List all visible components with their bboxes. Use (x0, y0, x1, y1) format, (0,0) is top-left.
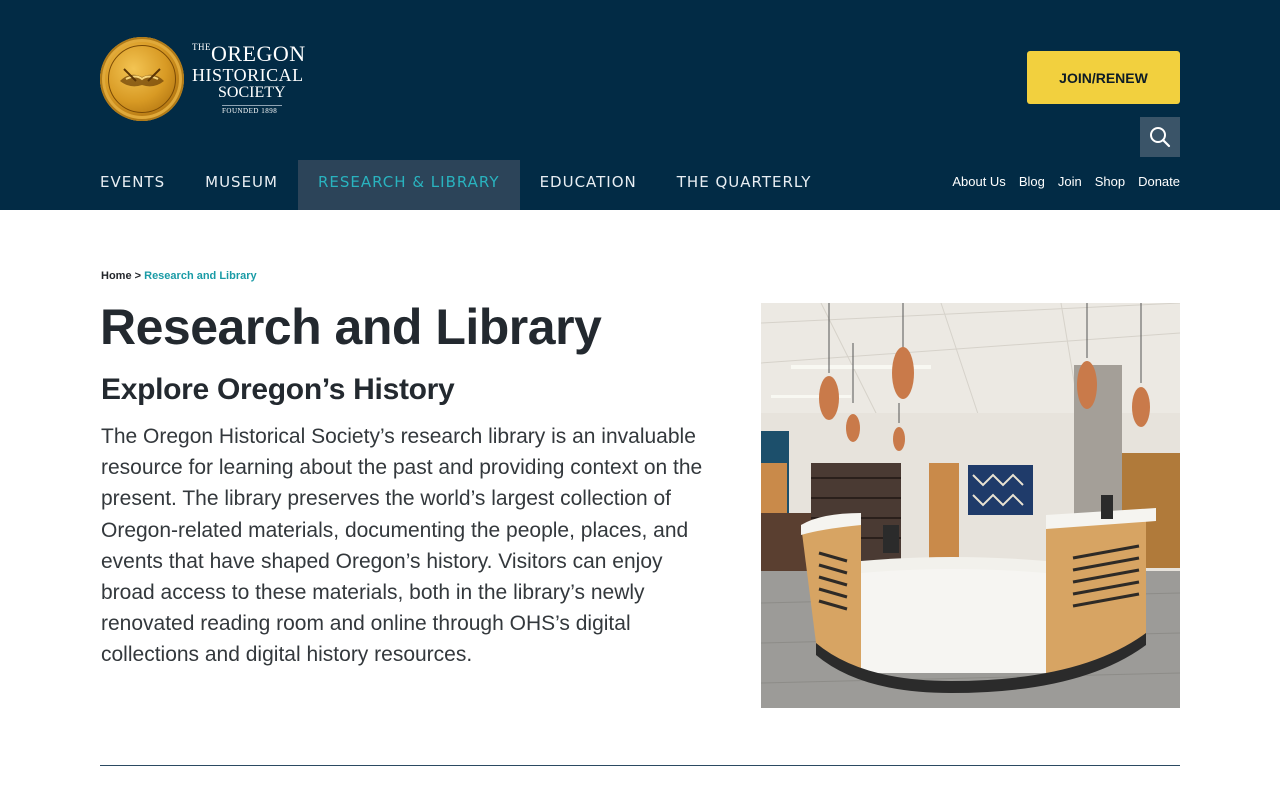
logo-founded: FOUNDED 1898 (222, 105, 282, 115)
breadcrumb-home[interactable]: Home (101, 270, 132, 282)
nav-the-quarterly[interactable]: THE QUARTERLY (677, 160, 812, 210)
logo-line-oregon: OREGON (211, 41, 306, 66)
nav-events[interactable]: EVENTS (100, 160, 165, 210)
util-link-join[interactable]: Join (1058, 174, 1082, 189)
nav-education[interactable]: EDUCATION (540, 160, 637, 210)
nav-museum[interactable]: MUSEUM (205, 160, 278, 210)
logo-wordmark: THEOREGON HISTORICAL SOCIETY FOUNDED 189… (192, 43, 306, 115)
intro-paragraph: The Oregon Historical Society’s research… (101, 425, 703, 667)
search-icon (1150, 127, 1171, 148)
util-link-shop[interactable]: Shop (1095, 174, 1125, 189)
breadcrumb: Home > Research and Library (101, 270, 257, 282)
nav-research-library[interactable]: RESEARCH & LIBRARY (297, 160, 520, 210)
page-subtitle: Explore Oregon’s History (101, 373, 455, 406)
section-divider (100, 765, 1180, 766)
join-renew-button[interactable]: JOIN/RENEW (1027, 51, 1180, 104)
page-title: Research and Library (100, 299, 602, 355)
logo-line-historical: HISTORICAL (192, 65, 304, 85)
util-link-about-us[interactable]: About Us (952, 174, 1005, 189)
logo-line-society: SOCIETY (218, 84, 286, 101)
breadcrumb-separator: > (134, 270, 142, 282)
breadcrumb-current[interactable]: Research and Library (144, 270, 257, 282)
logo-the: THE (192, 42, 211, 52)
utility-nav: About Us Blog Join Shop Donate (952, 174, 1180, 189)
library-reading-room-photo (761, 303, 1180, 708)
search-button[interactable] (1140, 117, 1180, 157)
ohs-logo[interactable]: THEOREGON HISTORICAL SOCIETY FOUNDED 189… (100, 36, 320, 122)
society-seal-icon (100, 37, 184, 121)
util-link-donate[interactable]: Donate (1138, 174, 1180, 189)
util-link-blog[interactable]: Blog (1019, 174, 1045, 189)
main-nav: EVENTS MUSEUM RESEARCH & LIBRARY EDUCATI… (100, 160, 851, 210)
site-header: THEOREGON HISTORICAL SOCIETY FOUNDED 189… (0, 0, 1280, 210)
